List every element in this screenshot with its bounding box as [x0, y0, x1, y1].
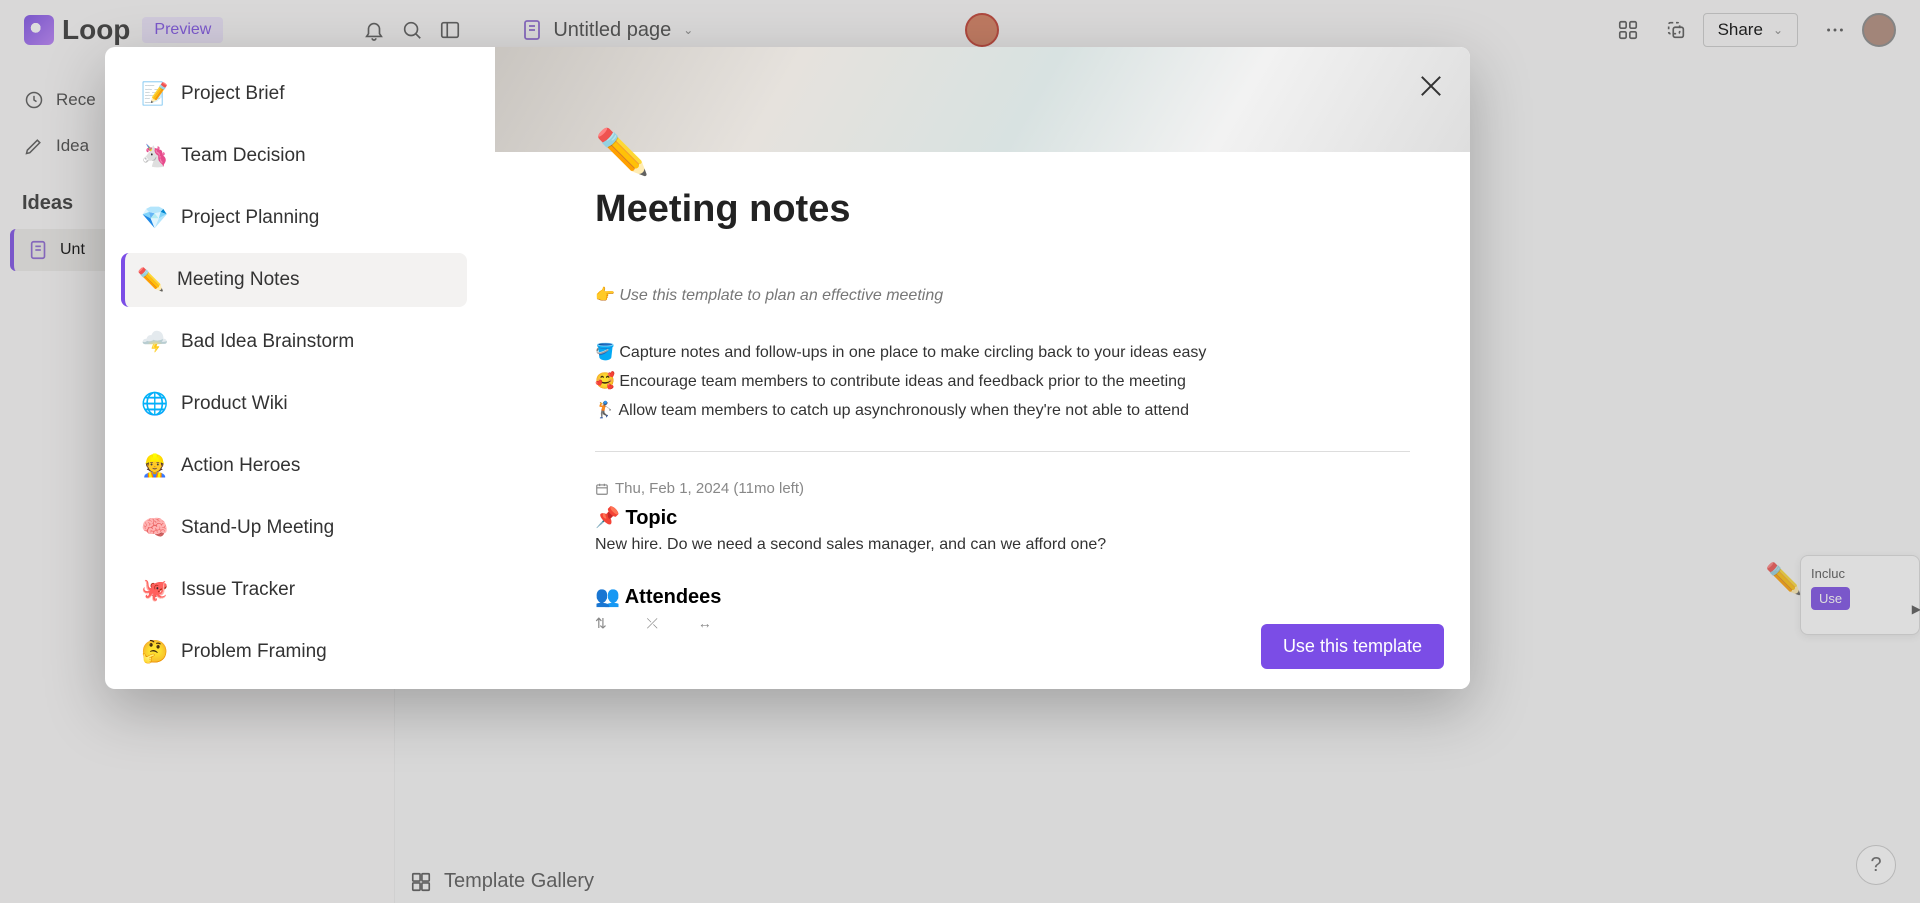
- template-preview-pane: ✏️ Meeting notes 👉 Use this template to …: [495, 47, 1470, 689]
- template-emoji-icon: ✏️: [137, 267, 163, 293]
- template-label: Product Wiki: [181, 393, 288, 415]
- template-item-product-wiki[interactable]: 🌐 Product Wiki: [125, 377, 467, 431]
- topic-text: New hire. Do we need a second sales mana…: [595, 536, 1410, 554]
- template-emoji-icon: 📝: [141, 81, 167, 107]
- template-item-action-heroes[interactable]: 👷 Action Heroes: [125, 439, 467, 493]
- template-label: Problem Framing: [181, 641, 327, 663]
- meeting-date[interactable]: Thu, Feb 1, 2024 (11mo left): [595, 480, 1410, 497]
- template-emoji-icon: 🌐: [141, 391, 167, 417]
- template-emoji: ✏️: [595, 126, 1410, 178]
- template-item-bad-idea-brainstorm[interactable]: 🌩️ Bad Idea Brainstorm: [125, 315, 467, 369]
- template-label: Action Heroes: [181, 455, 300, 477]
- bullet-item: 🪣 Capture notes and follow-ups in one pl…: [595, 339, 1410, 368]
- template-item-team-decision[interactable]: 🦄 Team Decision: [125, 129, 467, 183]
- close-icon[interactable]: [1418, 73, 1444, 99]
- use-this-template-button[interactable]: Use this template: [1261, 624, 1444, 669]
- template-item-problem-framing[interactable]: 🤔 Problem Framing: [125, 625, 467, 679]
- template-label: Stand-Up Meeting: [181, 517, 334, 539]
- calendar-icon: [595, 482, 609, 496]
- template-label: Team Decision: [181, 145, 306, 167]
- attendees-heading: 👥 Attendees: [595, 584, 1410, 609]
- template-emoji-icon: 🤔: [141, 639, 167, 665]
- template-label: Issue Tracker: [181, 579, 295, 601]
- template-item-project-brief[interactable]: 📝 Project Brief: [125, 67, 467, 121]
- divider: [595, 451, 1410, 452]
- bullet-item: 🥰 Encourage team members to contribute i…: [595, 368, 1410, 397]
- template-bullets: 🪣 Capture notes and follow-ups in one pl…: [595, 339, 1410, 425]
- template-emoji-icon: 👷: [141, 453, 167, 479]
- template-label: Project Brief: [181, 83, 284, 105]
- template-picker-modal: 📝 Project Brief 🦄 Team Decision 💎 Project Pla…: [105, 47, 1470, 689]
- template-list: 📝 Project Brief 🦄 Team Decision 💎 Project Pla…: [105, 47, 495, 689]
- topic-heading: 📌 Topic: [595, 505, 1410, 530]
- template-emoji-icon: 🧠: [141, 515, 167, 541]
- template-emoji-icon: 💎: [141, 205, 167, 231]
- template-item-retrospective[interactable]: 📃Retrospective: [125, 687, 467, 689]
- template-label: Bad Idea Brainstorm: [181, 331, 354, 353]
- template-item-stand-up-meeting[interactable]: 🧠 Stand-Up Meeting: [125, 501, 467, 555]
- template-item-meeting-notes[interactable]: ✏️ Meeting Notes: [121, 253, 467, 307]
- template-hint: 👉 Use this template to plan an effective…: [595, 285, 1410, 305]
- template-item-issue-tracker[interactable]: 🐙 Issue Tracker: [125, 563, 467, 617]
- bullet-item: 🏌️ Allow team members to catch up asynch…: [595, 397, 1410, 426]
- template-label: Meeting Notes: [177, 269, 300, 291]
- template-label: Project Planning: [181, 207, 319, 229]
- template-item-project-planning[interactable]: 💎 Project Planning: [125, 191, 467, 245]
- template-emoji-icon: 🦄: [141, 143, 167, 169]
- template-title: Meeting notes: [595, 188, 1410, 231]
- template-emoji-icon: 🐙: [141, 577, 167, 603]
- template-emoji-icon: 🌩️: [141, 329, 167, 355]
